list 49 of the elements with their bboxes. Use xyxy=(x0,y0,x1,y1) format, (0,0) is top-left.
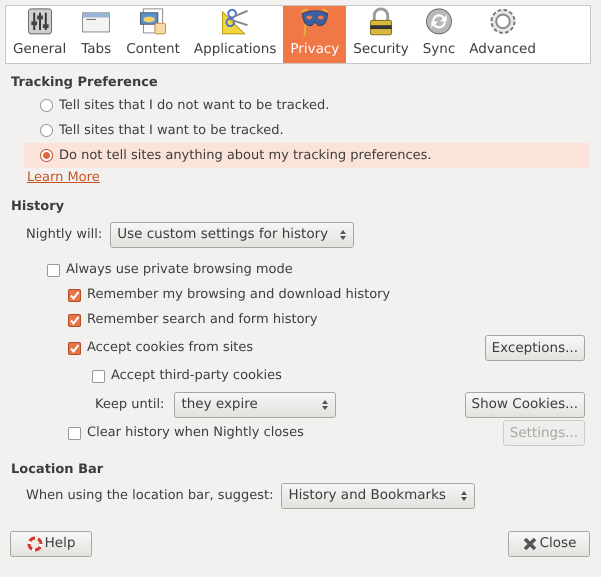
checkbox[interactable] xyxy=(68,288,81,302)
updown-arrow-icon xyxy=(321,398,330,410)
checkbox-label[interactable]: Accept third-party cookies xyxy=(111,366,282,386)
field-label: Keep until: xyxy=(95,396,164,414)
checkbox[interactable] xyxy=(92,370,105,382)
updown-arrow-icon xyxy=(460,490,468,502)
field-label: Nightly will: xyxy=(26,226,102,244)
toolbar-tab[interactable]: Security xyxy=(346,6,416,63)
checkbox[interactable] xyxy=(68,426,81,440)
lifebuoy-icon xyxy=(26,536,43,552)
action-button[interactable]: Show Cookies... xyxy=(464,392,585,418)
section-heading: Tracking Preference xyxy=(11,74,159,92)
toolbar-tab[interactable]: General xyxy=(6,6,74,63)
radio-button[interactable] xyxy=(40,99,53,112)
checkbox-label[interactable]: Remember my browsing and download history xyxy=(87,285,390,305)
section-heading: Location Bar xyxy=(11,460,104,478)
dropdown[interactable]: they expire xyxy=(174,392,336,418)
radio-label[interactable]: Do not tell sites anything about my tracking preferences. xyxy=(59,146,432,166)
toolbar-tab[interactable]: Tabs xyxy=(73,6,120,63)
updown-arrow-icon xyxy=(339,228,348,240)
checkbox-label[interactable]: Remember search and form history xyxy=(87,310,318,330)
checkbox-label[interactable]: Clear history when Nightly closes xyxy=(87,423,304,443)
toolbar-tab[interactable]: Content xyxy=(119,6,187,63)
toolbar-tab[interactable]: Applications xyxy=(186,6,284,63)
close-button[interactable]: Close xyxy=(508,530,590,556)
checkbox[interactable] xyxy=(68,314,81,326)
section-heading: History xyxy=(11,198,66,216)
radio-button[interactable] xyxy=(40,149,53,162)
toolbar-tab[interactable]: Sync xyxy=(416,6,462,63)
action-button[interactable]: Exceptions... xyxy=(484,335,585,361)
radio-label[interactable]: Tell sites that I want to be tracked. xyxy=(59,120,284,140)
checkbox[interactable] xyxy=(47,264,60,276)
learn-more-link[interactable]: Learn More xyxy=(27,168,100,188)
checkmark-icon xyxy=(69,314,80,326)
toolbar-tab[interactable]: Advanced xyxy=(462,6,543,63)
checkmark-icon xyxy=(69,290,80,300)
checkbox-label[interactable]: Always use private browsing mode xyxy=(66,260,293,280)
checkbox[interactable] xyxy=(68,342,81,354)
dropdown[interactable]: History and Bookmarks xyxy=(281,482,476,508)
field-label: When using the location bar, suggest: xyxy=(26,486,274,505)
checkbox-label[interactable]: Accept cookies from sites xyxy=(87,338,254,358)
radio-label[interactable]: Tell sites that I do not want to be tracked. xyxy=(59,96,330,116)
radio-button[interactable] xyxy=(40,124,53,137)
mask-icon xyxy=(298,6,331,37)
help-button[interactable]: Help xyxy=(10,530,92,556)
close-icon xyxy=(522,536,538,552)
checkmark-icon xyxy=(69,342,80,354)
settings-button: Settings... xyxy=(502,420,585,446)
dropdown[interactable]: Use custom settings for history xyxy=(110,222,354,248)
